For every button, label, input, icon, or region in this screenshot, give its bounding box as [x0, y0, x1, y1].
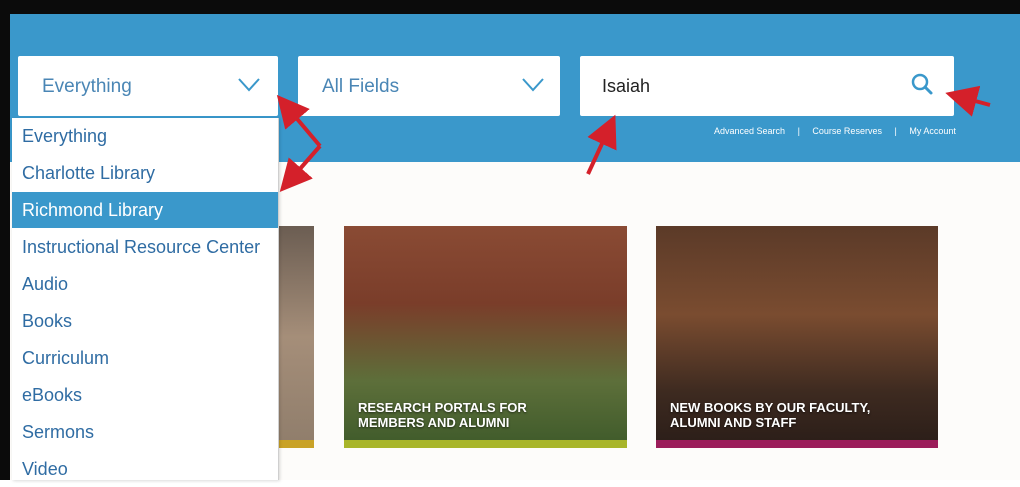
annotation-arrow-scope [276, 94, 322, 193]
annotation-arrow-search-icon [945, 85, 991, 117]
annotation-arrows [276, 85, 991, 193]
annotation-arrow-search-input [586, 114, 617, 175]
